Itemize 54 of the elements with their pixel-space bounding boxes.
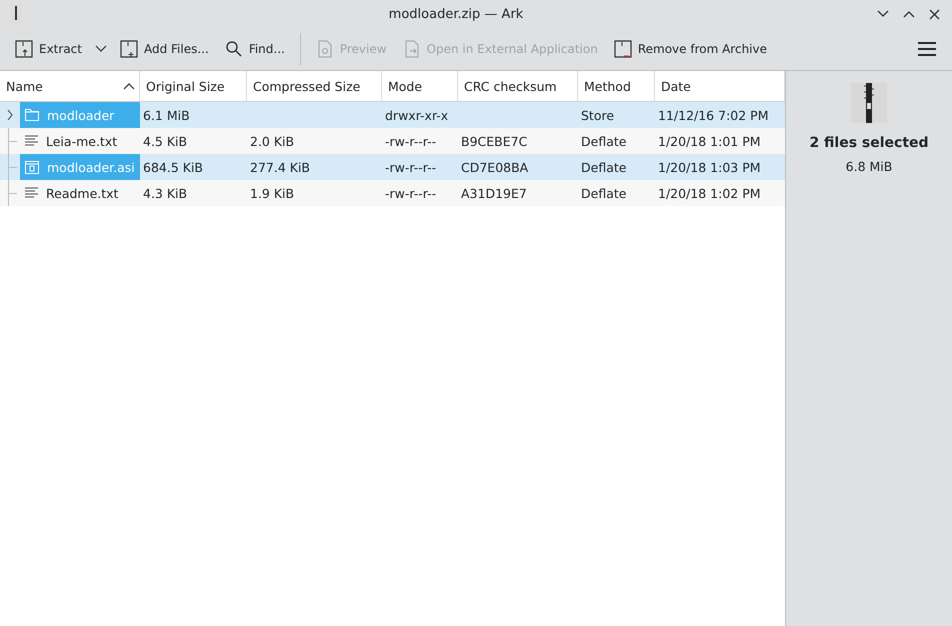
column-header[interactable]: Mode — [382, 71, 458, 101]
close-icon[interactable] — [929, 8, 940, 20]
toolbar-button[interactable]: Extract — [8, 36, 89, 62]
column-header[interactable]: CRC checksum — [458, 71, 578, 101]
column-header[interactable]: Date — [655, 71, 785, 101]
document-icon — [316, 40, 334, 58]
table-cell: Deflate — [581, 134, 626, 148]
table-cell: drwxr-xr-x — [385, 108, 448, 122]
toolbar-button[interactable]: Remove from Archive — [606, 36, 774, 62]
table-cell: -rw-r--r-- — [385, 134, 436, 148]
table-cell: 1/20/18 1:02 PM — [658, 186, 761, 200]
table-cell: B9CEBE7C — [461, 134, 528, 148]
folder-icon — [25, 109, 39, 121]
table-cell: A31D19E7 — [461, 186, 527, 200]
table-cell: 11/12/16 7:02 PM — [658, 108, 768, 122]
selection-size: 6.8 MiB — [846, 159, 892, 174]
table-cell: Store — [581, 108, 614, 122]
file-name-cell[interactable]: Leia-me.txt — [20, 128, 140, 154]
executable-file-icon — [25, 160, 39, 174]
text-file-icon — [25, 187, 38, 199]
sort-ascending-icon — [123, 82, 135, 90]
selection-summary: 2 files selected — [809, 135, 929, 151]
table-cell: 6.1 MiB — [143, 108, 190, 122]
window-title: modloader.zip — Ark — [388, 6, 524, 22]
table-cell: 4.3 KiB — [143, 186, 188, 200]
column-header[interactable]: Method — [578, 71, 655, 101]
table-cell: 1.9 KiB — [250, 186, 294, 200]
archive-box-icon — [15, 40, 33, 58]
table-cell: 1/20/18 1:01 PM — [658, 134, 761, 148]
toolbar-button[interactable]: Add Files... — [112, 36, 216, 62]
document-icon — [402, 40, 421, 58]
table-cell: CD7E08BA — [461, 160, 528, 174]
minimize-icon[interactable] — [877, 10, 889, 18]
table-cell: Deflate — [581, 186, 626, 200]
column-header[interactable]: Original Size — [140, 71, 247, 101]
table-cell: -rw-r--r-- — [385, 160, 436, 174]
toolbar-button[interactable]: Find... — [218, 36, 292, 62]
search-icon — [224, 40, 243, 58]
table-cell: 684.5 KiB — [143, 160, 204, 174]
text-file-icon — [25, 135, 38, 147]
column-header[interactable]: Compressed Size — [247, 71, 382, 101]
zip-archive-icon — [851, 83, 887, 123]
archive-box-icon — [614, 40, 632, 58]
archive-box-icon — [120, 40, 138, 58]
file-name-cell[interactable]: Readme.txt — [20, 180, 140, 206]
table-cell: 4.5 KiB — [143, 134, 188, 148]
menu-icon[interactable] — [918, 42, 936, 56]
table-cell: 2.0 KiB — [250, 134, 294, 148]
maximize-icon[interactable] — [903, 10, 915, 18]
table-cell: -rw-r--r-- — [385, 186, 436, 200]
table-cell: 1/20/18 1:03 PM — [658, 160, 761, 174]
table-cell: 277.4 KiB — [250, 160, 310, 174]
column-header[interactable]: Name — [0, 71, 140, 101]
table-cell: Deflate — [581, 160, 626, 174]
